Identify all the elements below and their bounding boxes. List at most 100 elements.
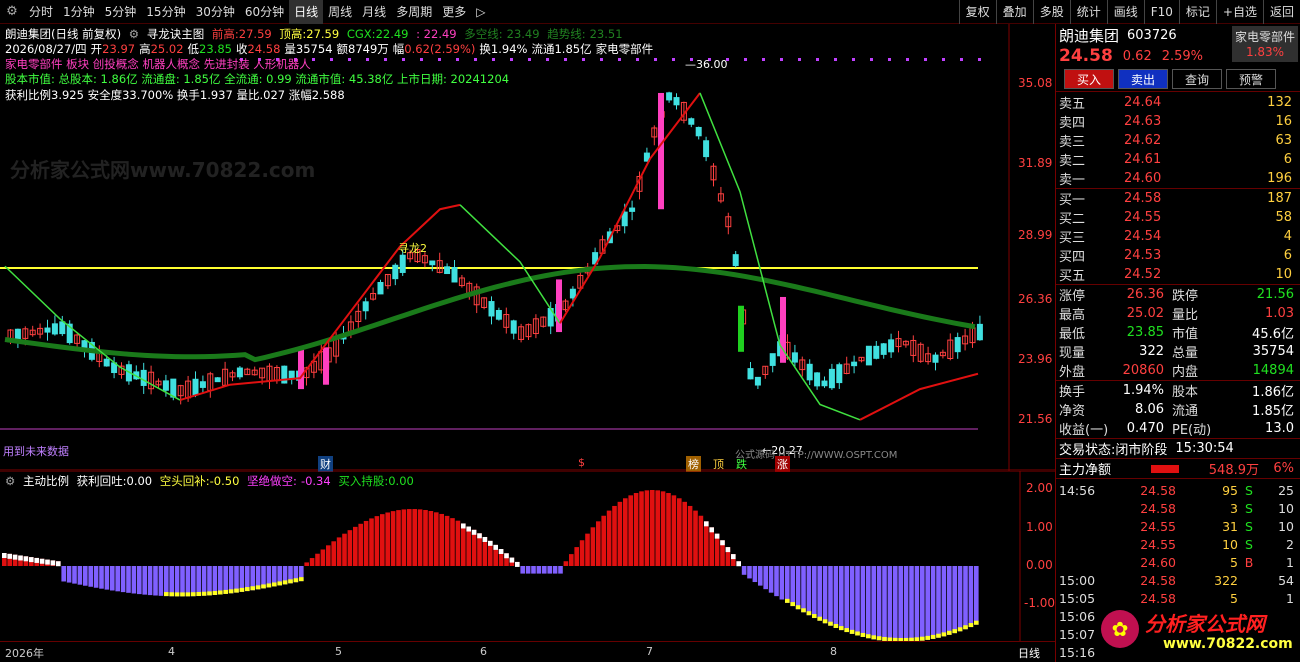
- ask-price: 24.62: [1124, 133, 1162, 148]
- trade-status-value: 闭市阶段: [1115, 443, 1168, 458]
- period-tab-1min[interactable]: 1分钟: [58, 0, 100, 24]
- settings-gear-icon[interactable]: ⚙: [0, 4, 24, 19]
- histogram-bar: [914, 566, 920, 641]
- buy-button[interactable]: 买入: [1064, 68, 1114, 89]
- logo-flower-icon: ✿: [1101, 610, 1139, 648]
- overlay-button[interactable]: 叠加: [995, 0, 1033, 24]
- histogram-bar: [801, 566, 806, 613]
- stat-value: 26.36: [1126, 287, 1164, 302]
- highlight-candle-green: [738, 305, 744, 352]
- period-tab-5min[interactable]: 5分钟: [100, 0, 142, 24]
- sub-gear-icon[interactable]: ⚙: [5, 474, 15, 488]
- tick-row: 15:00 24.58 322 54: [1056, 571, 1300, 589]
- indicator-name[interactable]: 寻龙诀主图: [147, 27, 205, 41]
- histogram-bar: [741, 566, 747, 575]
- mark-button[interactable]: 标记: [1178, 0, 1216, 24]
- sector-box[interactable]: 家电零部件 1.83%: [1232, 26, 1298, 62]
- candle-body: [814, 372, 821, 387]
- indicator-subchart[interactable]: ⚙ 主动比例 获利回吐:0.00 空头回补:-0.50 坚绝做空: -0.34 买…: [0, 471, 1055, 641]
- add-watchlist-button[interactable]: +自选: [1215, 0, 1263, 24]
- site-logo: ✿ 分析家公式网 www.70822.com: [1101, 606, 1296, 658]
- histogram-cap: [239, 587, 245, 592]
- statistics-button[interactable]: 统计: [1069, 0, 1107, 24]
- stat-label: 量比: [1172, 308, 1199, 323]
- candle-body: [880, 343, 887, 355]
- ask-label: 卖二: [1059, 154, 1086, 169]
- histogram-cap: [504, 553, 509, 559]
- candle-body: [399, 254, 406, 273]
- top-marker-dot: [402, 58, 405, 61]
- candle-body: [954, 337, 961, 353]
- top-marker-dot: [960, 58, 963, 61]
- histogram-cap: [466, 526, 471, 532]
- highlight-candle: [556, 279, 562, 333]
- sub-indicator-name[interactable]: 主动比例: [23, 474, 69, 488]
- multi-stock-button[interactable]: 多股: [1032, 0, 1070, 24]
- period-tab-daily[interactable]: 日线: [289, 0, 324, 24]
- bid-price: 24.55: [1124, 210, 1162, 225]
- f10-button[interactable]: F10: [1143, 0, 1179, 24]
- bid-price: 24.58: [1124, 191, 1162, 206]
- draw-line-button[interactable]: 画线: [1106, 0, 1144, 24]
- kline-chart[interactable]: 朗迪集团(日线 前复权) ⚙ 寻龙诀主图 前高:27.59 顶高:27.59 C…: [0, 24, 1055, 472]
- period-tab-timeshare[interactable]: 分时: [24, 0, 58, 24]
- ask-price: 24.60: [1124, 171, 1162, 186]
- histogram-bar: [936, 566, 941, 638]
- period-tab-30min[interactable]: 30分钟: [191, 0, 240, 24]
- stat-value: 21.56: [1256, 287, 1294, 302]
- top-marker-dot: [330, 58, 333, 61]
- period-tab-15min[interactable]: 15分钟: [141, 0, 190, 24]
- stat-label: 最高: [1059, 308, 1086, 323]
- alert-button[interactable]: 预警: [1226, 68, 1276, 89]
- histogram-cap: [925, 635, 930, 640]
- histogram-bar: [876, 566, 882, 641]
- signal-fall: 跌: [736, 458, 747, 471]
- histogram-cap: [23, 556, 29, 562]
- candle-body: [488, 301, 495, 317]
- bid-row: 买四 24.53 6: [1056, 246, 1300, 265]
- histogram-bar: [520, 566, 525, 574]
- histogram-cap: [164, 592, 169, 597]
- tick-price: 24.58: [1140, 482, 1176, 498]
- tick-count: 10: [1278, 518, 1294, 534]
- query-button[interactable]: 查询: [1172, 68, 1222, 89]
- histogram-bar: [612, 505, 617, 566]
- more-arrow-icon[interactable]: ▷: [471, 0, 490, 24]
- main-net-row: 主力净额 548.9万 6%: [1056, 459, 1300, 479]
- candle-body: [59, 321, 66, 335]
- bid-label: 买四: [1059, 250, 1086, 265]
- period-tab-more[interactable]: 更多: [437, 0, 471, 24]
- histogram-cap: [169, 592, 174, 597]
- sell-button[interactable]: 卖出: [1118, 68, 1168, 89]
- histogram-cap: [201, 591, 207, 596]
- period-tab-monthly[interactable]: 月线: [357, 0, 391, 24]
- rights-adjust-button[interactable]: 复权: [958, 0, 996, 24]
- period-tab-multi[interactable]: 多周期: [391, 0, 437, 24]
- histogram-bar: [590, 527, 596, 566]
- indicator-gear-icon[interactable]: ⚙: [129, 27, 139, 41]
- candle-body: [170, 378, 177, 398]
- date-axis-label: 4: [168, 645, 175, 658]
- ask-row: 卖二 24.61 6: [1056, 150, 1300, 169]
- period-indicator[interactable]: 日线: [1018, 645, 1040, 661]
- tick-volume: 3: [1230, 500, 1238, 516]
- period-tab-60min[interactable]: 60分钟: [240, 0, 289, 24]
- bid-price: 24.53: [1124, 248, 1162, 263]
- back-button[interactable]: 返回: [1262, 0, 1300, 24]
- ask-row: 卖五 24.64 132: [1056, 93, 1300, 112]
- candle-body: [162, 380, 169, 391]
- ask-label: 卖一: [1059, 173, 1086, 188]
- histogram-bar: [444, 515, 450, 566]
- histogram-bar: [947, 566, 952, 635]
- histogram-bar: [698, 515, 704, 566]
- histogram-cap: [709, 527, 714, 533]
- candle-body: [703, 140, 710, 158]
- histogram-bar: [644, 490, 650, 566]
- tick-row: 24.60 5 B 1: [1056, 553, 1300, 571]
- stat-value: 322: [1139, 344, 1164, 359]
- period-tab-weekly[interactable]: 周线: [323, 0, 357, 24]
- histogram-cap: [218, 590, 223, 595]
- histogram-bar: [142, 566, 147, 595]
- histogram-bar: [137, 566, 142, 595]
- histogram-bar: [439, 513, 444, 566]
